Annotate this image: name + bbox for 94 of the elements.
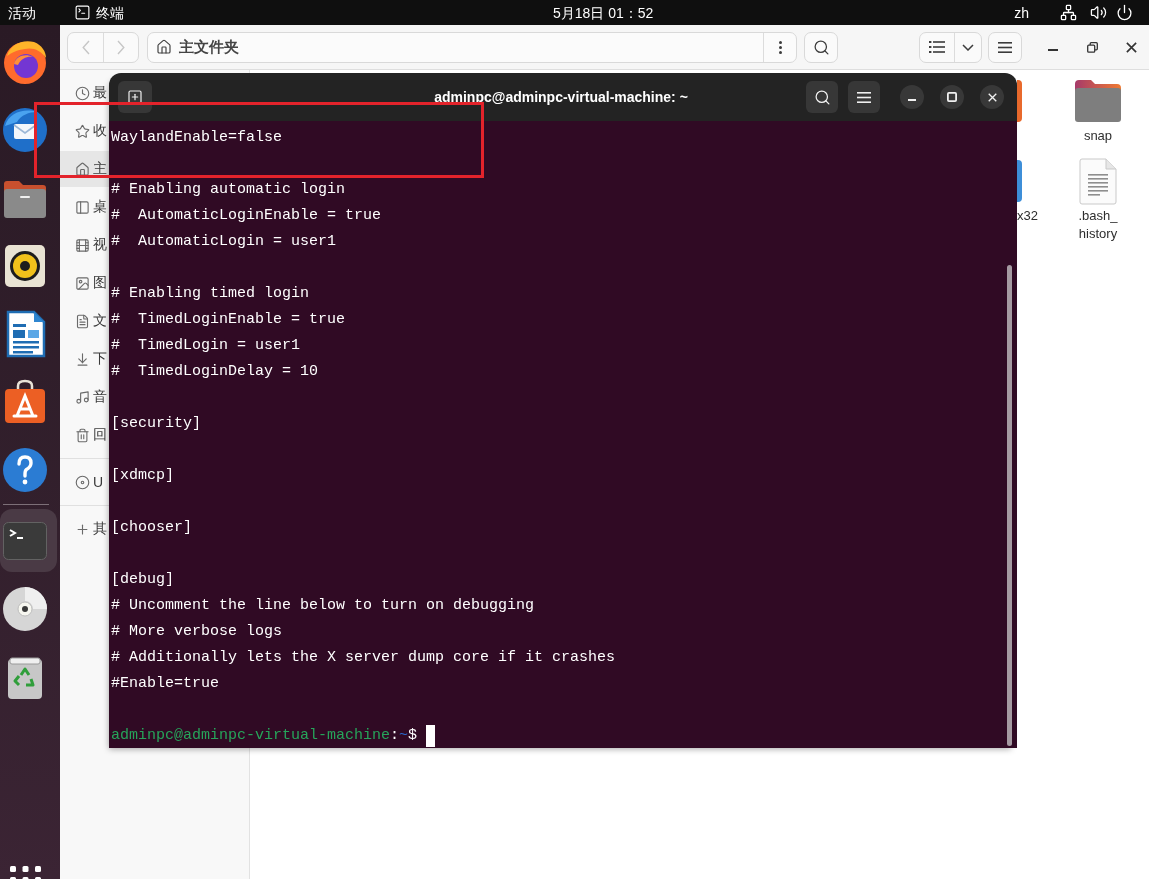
sidebar-item[interactable]: 图: [60, 265, 109, 301]
terminal-line: # TimedLoginDelay = 10: [111, 362, 319, 382]
disc-icon: [1, 585, 49, 633]
folder-icon[interactable]: [1074, 80, 1122, 122]
caret-icon: [962, 43, 974, 51]
file-name: x32: [1017, 207, 1038, 225]
terminal-line: # Enabling automatic login: [111, 180, 346, 200]
minimize-button[interactable]: [900, 85, 924, 109]
restore-button[interactable]: [1087, 41, 1098, 53]
list-icon: [929, 41, 945, 53]
sidebar-item[interactable]: 下: [60, 341, 109, 377]
search-icon: [812, 38, 830, 56]
panel-icon: [75, 199, 90, 215]
activities-button[interactable]: 活动: [8, 3, 36, 22]
help-icon: [1, 446, 49, 494]
home-icon: [75, 161, 90, 177]
apps-grid-icon[interactable]: [10, 866, 41, 879]
sidebar-item[interactable]: 最: [60, 75, 109, 111]
minimize-icon: [908, 98, 916, 101]
flame-globe-icon: [1, 38, 49, 86]
dock-item[interactable]: [1, 38, 49, 86]
dock-item[interactable]: [1, 446, 49, 494]
terminal-line: # AutomaticLoginEnable = true: [111, 206, 382, 226]
search-icon: [813, 88, 831, 106]
dock-item[interactable]: [1, 106, 49, 154]
app-menu-button[interactable]: 终端: [74, 3, 124, 22]
document-icon: [75, 313, 90, 329]
menu-button[interactable]: [988, 31, 1022, 63]
text-file-icon[interactable]: [1079, 157, 1117, 205]
shell-prompt: adminpc@adminpc-virtual-machine:~$: [111, 726, 418, 746]
input-method-button[interactable]: zh: [1014, 3, 1029, 22]
terminal-line: # AutomaticLogin = user1: [111, 232, 337, 252]
sidebar-item[interactable]: 其: [60, 511, 109, 547]
sidebar-item[interactable]: U: [60, 464, 109, 500]
terminal-line: [xdmcp]: [111, 466, 174, 486]
image-icon: [75, 275, 90, 291]
text-cursor: [426, 725, 436, 747]
window-title: adminpc@adminpc-virtual-machine: ~: [434, 89, 688, 105]
close-button[interactable]: [980, 85, 1004, 109]
download-icon: [75, 351, 90, 367]
terminal-line: # Uncomment the line below to turn on debugging: [111, 596, 535, 616]
close-icon: [1126, 41, 1137, 53]
clock-icon: [75, 85, 90, 101]
disc-icon: [75, 474, 90, 490]
file-name: .bash_history: [1077, 207, 1119, 243]
sidebar-item[interactable]: 收: [60, 113, 109, 149]
file-name: snap: [1083, 127, 1113, 145]
terminal-line: [chooser]: [111, 518, 192, 538]
envelope-icon: [1, 106, 49, 154]
terminal-icon: [74, 4, 91, 21]
home-icon: [156, 39, 172, 55]
sidebar-item[interactable]: 视: [60, 227, 109, 263]
star-icon: [75, 123, 90, 139]
location-bar[interactable]: 主文件夹: [147, 31, 797, 63]
terminal-line: # TimedLogin = user1: [111, 336, 301, 356]
clock[interactable]: 5月18日 01：52: [553, 3, 654, 22]
chevron-right-icon: [117, 39, 125, 55]
terminal-line: [security]: [111, 414, 201, 434]
new-tab-icon: [127, 89, 143, 105]
search-button[interactable]: [804, 31, 838, 63]
terminal-line: # Additionally lets the X server dump core if it crashes: [111, 648, 616, 668]
film-icon: [75, 237, 90, 253]
network-icon[interactable]: [1060, 4, 1077, 21]
volume-icon[interactable]: [1090, 4, 1107, 21]
path-segment[interactable]: 主文件夹: [179, 37, 239, 57]
terminal-line: # More verbose logs: [111, 622, 283, 642]
music-icon: [75, 389, 90, 405]
plus-icon: [75, 521, 90, 537]
maximize-icon: [947, 92, 957, 102]
search-button[interactable]: [806, 81, 838, 113]
chevron-left-icon: [81, 39, 90, 55]
new-tab-button[interactable]: [118, 81, 152, 113]
trash-icon: [75, 427, 90, 443]
close-button[interactable]: [1126, 41, 1137, 53]
terminal-line: # TimedLoginEnable = true: [111, 310, 346, 330]
terminal-line: WaylandEnable=false: [111, 128, 283, 148]
terminal-line: # Enabling timed login: [111, 284, 310, 304]
scrollbar-thumb[interactable]: [1007, 265, 1012, 746]
close-icon: [987, 92, 997, 102]
sidebar-item[interactable]: 回: [60, 417, 109, 453]
maximize-button[interactable]: [940, 85, 964, 109]
terminal-line: #Enable=true: [111, 674, 220, 694]
sidebar-item[interactable]: 音: [60, 379, 109, 415]
sidebar-item[interactable]: 文: [60, 303, 109, 339]
menu-button[interactable]: [848, 81, 880, 113]
restore-icon: [1087, 41, 1098, 53]
dock-item[interactable]: [1, 585, 49, 633]
minimize-icon: [1048, 49, 1058, 51]
terminal-line: [debug]: [111, 570, 174, 590]
power-icon[interactable]: [1116, 4, 1133, 21]
sidebar-item[interactable]: 桌: [60, 189, 109, 225]
menu-icon: [998, 41, 1012, 53]
kebab-icon: [778, 40, 782, 54]
menu-icon: [857, 91, 871, 103]
